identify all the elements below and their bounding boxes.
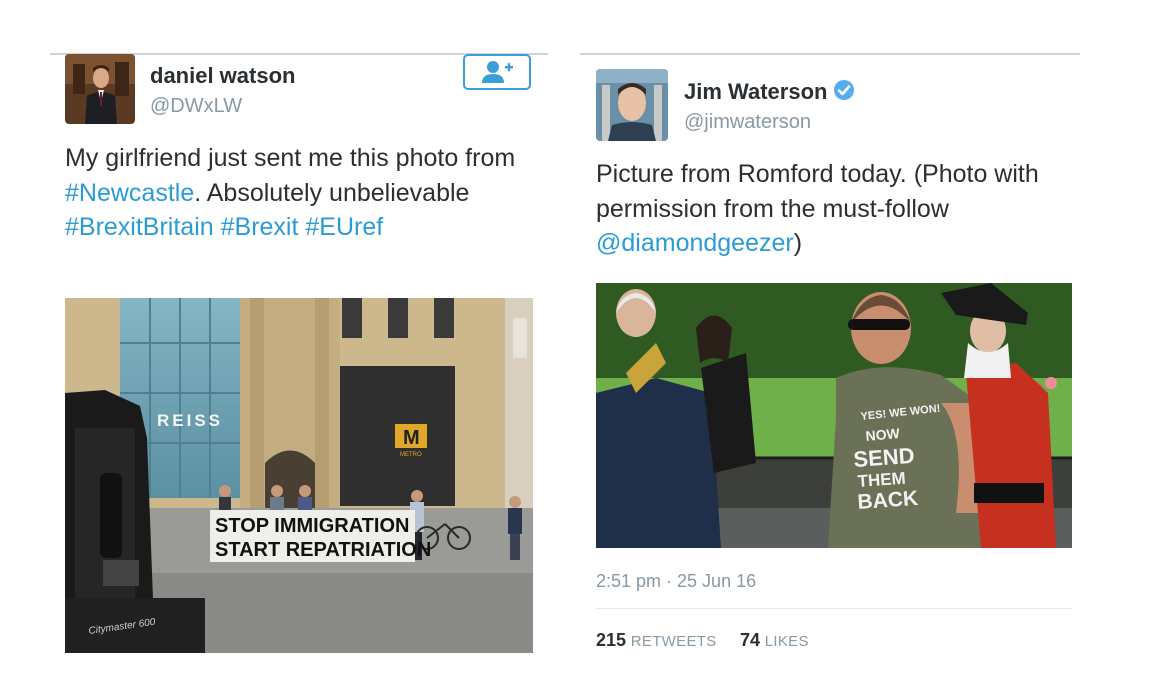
tweet-text: Picture from Romford today. (Photo with … [596,157,1076,261]
tweet-text: My girlfriend just sent me this photo fr… [65,141,535,245]
user-handle[interactable]: @jimwaterson [684,111,811,134]
likes-label: LIKES [764,633,809,650]
metro-sign: M [403,427,420,449]
retweets-stat[interactable]: 215 RETWEETS [596,630,717,650]
tweet-text-segment [214,213,221,241]
user-name[interactable]: Jim Waterson [684,79,855,107]
hashtag-link[interactable]: #Brexit [221,213,299,241]
follow-button[interactable] [463,54,531,90]
metro-sub: METRO [400,452,422,458]
likes-count: 74 [740,630,761,650]
tweet-photo[interactable]: REISS M METRO STOP IMMIGRATION START REP… [65,298,533,653]
tweet-top-divider [580,53,1080,55]
tweet-photo[interactable]: YES! WE WON! NOW SEND THEM BACK [596,283,1072,548]
user-handle[interactable]: @DWxLW [150,95,242,118]
tweet-text-segment: My girlfriend just sent me this photo fr… [65,144,516,172]
shirt-line-2: NOW [865,425,901,444]
shirt-line-5: BACK [857,487,919,514]
shirt-line-3: SEND [853,443,916,472]
banner-line-1: STOP IMMIGRATION [215,515,409,537]
likes-stat[interactable]: 74 LIKES [740,630,809,650]
user-name[interactable]: daniel watson [150,63,295,89]
user-name-text: Jim Waterson [684,79,828,104]
tweet-timestamp[interactable]: 2:51 pm · 25 Jun 16 [596,571,756,592]
hashtag-link[interactable]: #BrexitBritain [65,213,214,241]
tweet-text-segment: Picture from Romford today. (Photo with … [596,160,1039,223]
verified-badge-icon [833,79,855,107]
retweets-label: RETWEETS [630,633,717,650]
tweet-text-segment: ) [793,229,803,257]
tweet-text-segment: . Absolutely unbelievable [194,178,470,207]
mention-link[interactable]: @diamondgeezer [596,229,794,257]
avatar[interactable] [65,54,135,124]
store-sign: REISS [157,411,223,430]
avatar[interactable] [596,69,668,141]
hashtag-link[interactable]: #Newcastle [65,179,194,207]
retweets-count: 215 [596,630,627,650]
tweet-stats: 215 RETWEETS 74 LIKES [596,630,809,651]
hashtag-link[interactable]: #EUref [305,213,383,241]
add-user-icon [482,61,513,83]
stats-divider [596,608,1072,609]
banner-line-2: START REPATRIATION [215,539,431,561]
